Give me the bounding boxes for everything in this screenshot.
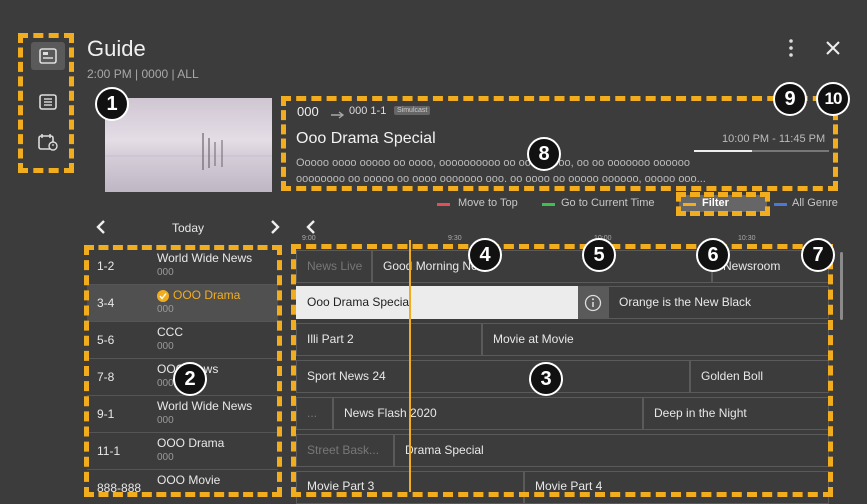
program-cell[interactable]: Golden Boll bbox=[690, 360, 829, 393]
channel-sub: 000 bbox=[157, 452, 174, 463]
list-icon[interactable] bbox=[31, 88, 65, 116]
all-genre-button[interactable]: All Genre bbox=[792, 197, 838, 209]
yellow-key-marker bbox=[683, 203, 696, 206]
program-desc-line1: Ooooo oooo ooooo oo oooo, oooooooooo oo … bbox=[296, 157, 690, 169]
program-cell[interactable]: Drama Special bbox=[394, 434, 829, 467]
info-button[interactable] bbox=[578, 286, 608, 319]
channel-sub: 000 bbox=[157, 341, 174, 352]
channel-name: OOO Drama bbox=[157, 436, 225, 450]
more-options-icon[interactable] bbox=[784, 38, 798, 58]
program-cell[interactable]: Illi Part 2 bbox=[296, 323, 482, 356]
channel-sub: 000 1-1 bbox=[349, 105, 387, 117]
annotation-badge: 7 bbox=[801, 238, 835, 272]
annotation-badge: 3 bbox=[529, 362, 563, 396]
guide-icon[interactable] bbox=[31, 42, 65, 70]
annotation-badge: 8 bbox=[527, 137, 561, 171]
channel-row[interactable]: 888-888 OOO Movie bbox=[87, 470, 278, 492]
header-subtitle: 2:00 PM | 0000 | ALL bbox=[87, 67, 199, 81]
move-to-top-button[interactable]: Move to Top bbox=[458, 197, 518, 209]
channel-number: 000 bbox=[297, 104, 319, 119]
signal-icon bbox=[331, 106, 345, 119]
channel-num: 9-1 bbox=[97, 407, 115, 421]
program-cell[interactable]: Deep in the Night bbox=[643, 397, 829, 430]
time-tick-1: 9:00 bbox=[302, 235, 316, 242]
program-cell[interactable]: Orange is the New Black bbox=[608, 286, 829, 319]
blue-key-marker bbox=[774, 203, 787, 206]
program-time: 10:00 PM - 11:45 PM bbox=[722, 133, 826, 145]
channel-num: 7-8 bbox=[97, 370, 115, 384]
go-to-current-time-button[interactable]: Go to Current Time bbox=[561, 197, 655, 209]
channel-num: 11-1 bbox=[97, 444, 121, 458]
annotation-badge: 2 bbox=[173, 362, 207, 396]
channel-name: CCC bbox=[157, 325, 183, 339]
date-label: Today bbox=[172, 221, 205, 235]
timeline-left-icon[interactable] bbox=[305, 219, 317, 235]
annotation-badge: 10 bbox=[816, 82, 850, 116]
filter-button[interactable]: Filter bbox=[702, 197, 729, 209]
reserved-check-icon bbox=[157, 290, 169, 302]
time-tick-4: 10:30 bbox=[738, 235, 756, 242]
program-thumbnail bbox=[105, 98, 272, 192]
channel-num: 5-6 bbox=[97, 333, 115, 347]
channel-name: World Wide News bbox=[157, 251, 253, 265]
channel-tag: Simulcast bbox=[394, 106, 431, 115]
channel-name: OOO Drama bbox=[173, 288, 241, 302]
annotation-badge: 5 bbox=[582, 238, 616, 272]
program-title: Ooo Drama Special bbox=[296, 130, 436, 147]
progress-fill bbox=[694, 150, 752, 152]
channel-sub: 000 bbox=[157, 304, 174, 315]
current-time-line bbox=[409, 240, 411, 492]
program-cell-focused[interactable]: Ooo Drama Special bbox=[296, 286, 578, 319]
channel-num: 888-888 bbox=[97, 481, 142, 492]
close-icon[interactable] bbox=[824, 39, 842, 57]
page-title: Guide bbox=[87, 36, 146, 61]
program-cell[interactable]: News Flash 2020 bbox=[333, 397, 643, 430]
program-cell[interactable]: Sport News 24 bbox=[296, 360, 690, 393]
chevron-right-icon[interactable] bbox=[269, 219, 281, 235]
program-cell[interactable]: News Live bbox=[296, 250, 372, 283]
annotation-badge: 9 bbox=[773, 82, 807, 116]
channel-row[interactable]: 11-1 OOO Drama 000 bbox=[87, 433, 278, 470]
channel-num: 3-4 bbox=[97, 296, 115, 310]
channel-sub: 000 bbox=[157, 267, 174, 278]
channel-sub: 000 bbox=[157, 415, 174, 426]
channel-row[interactable]: 5-6 CCC 000 bbox=[87, 322, 278, 359]
program-cell[interactable]: Movie Part 4 bbox=[524, 471, 829, 504]
channel-row-selected[interactable]: 3-4 OOO Drama 000 bbox=[87, 285, 278, 322]
channel-row[interactable]: 9-1 World Wide News 000 bbox=[87, 396, 278, 433]
channel-num: 1-2 bbox=[97, 259, 115, 273]
chevron-left-icon[interactable] bbox=[95, 219, 107, 235]
annotation-badge: 1 bbox=[95, 87, 129, 121]
green-key-marker bbox=[542, 203, 555, 206]
scrollbar[interactable] bbox=[840, 252, 843, 320]
channel-row[interactable]: 1-2 World Wide News 000 bbox=[87, 248, 278, 285]
time-tick-2: 9:30 bbox=[448, 235, 462, 242]
channel-name: World Wide News bbox=[157, 399, 253, 413]
red-key-marker bbox=[437, 203, 450, 206]
channel-sub: 000 bbox=[157, 378, 174, 389]
annotation-badge: 6 bbox=[696, 238, 730, 272]
program-cell[interactable]: Movie at Movie bbox=[482, 323, 829, 356]
program-desc-line2: oooooooo oo ooooo oo oooo ooooooo ooo. o… bbox=[296, 173, 706, 185]
program-cell[interactable]: Street Bask... bbox=[296, 434, 394, 467]
program-cell[interactable]: Good Morning News bbox=[372, 250, 712, 283]
annotation-badge: 4 bbox=[468, 238, 502, 272]
info-icon bbox=[584, 294, 602, 311]
program-cell[interactable]: ... bbox=[296, 397, 333, 430]
schedule-icon[interactable] bbox=[31, 128, 65, 156]
channel-name: OOO Movie bbox=[157, 473, 221, 487]
